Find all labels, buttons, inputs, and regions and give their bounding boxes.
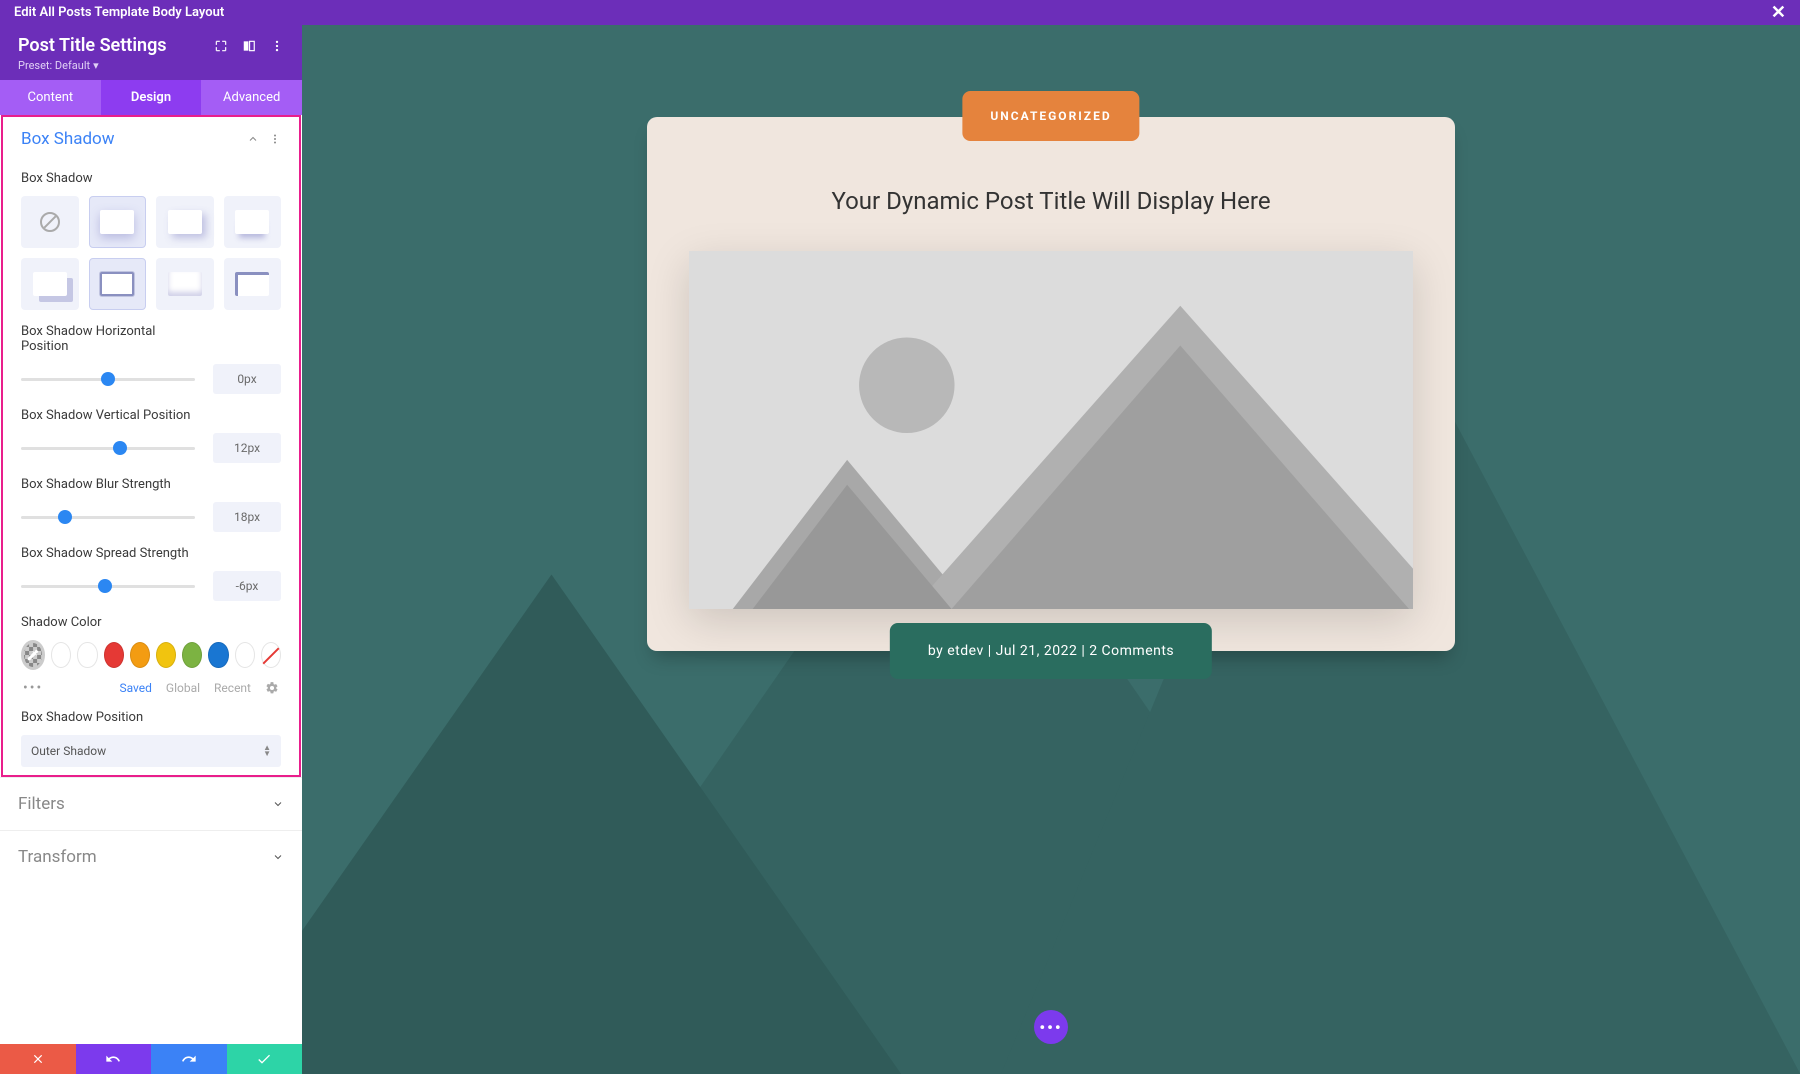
section-filters-header[interactable]: Filters	[0, 778, 302, 830]
redo-button[interactable]	[151, 1044, 227, 1074]
section-more-icon[interactable]	[269, 133, 281, 145]
slider-h-input[interactable]	[213, 364, 281, 394]
slider-blur-track[interactable]	[21, 516, 195, 519]
color-eyedropper[interactable]	[21, 640, 45, 670]
color-tab-global[interactable]: Global	[166, 681, 200, 695]
slider-spread-input[interactable]	[213, 571, 281, 601]
slider-v-track[interactable]	[21, 447, 195, 450]
color-swatch-7[interactable]	[235, 642, 255, 668]
preview-canvas: UNCATEGORIZED Your Dynamic Post Title Wi…	[302, 25, 1800, 1074]
slider-blur-label: Box Shadow Blur Strength	[21, 477, 281, 492]
chevron-down-icon	[272, 851, 284, 863]
app-title: Edit All Posts Template Body Layout	[14, 5, 224, 20]
tab-design[interactable]: Design	[101, 80, 202, 115]
shadow-position-select[interactable]: Outer Shadow ▲▼	[21, 735, 281, 767]
shadow-position-label: Box Shadow Position	[21, 710, 281, 725]
color-swatch-4[interactable]	[156, 642, 176, 668]
chevron-up-icon	[247, 133, 259, 145]
tab-content[interactable]: Content	[0, 80, 101, 115]
color-swatch-1[interactable]	[77, 642, 97, 668]
shadow-preset-4[interactable]	[21, 258, 79, 310]
slider-h-track[interactable]	[21, 378, 195, 381]
tab-advanced[interactable]: Advanced	[201, 80, 302, 115]
gear-icon[interactable]	[265, 681, 279, 695]
color-more-icon[interactable]: •••	[23, 680, 43, 696]
section-box-shadow-header[interactable]: Box Shadow	[3, 117, 299, 157]
shadow-preset-3[interactable]	[224, 196, 282, 248]
color-swatch-none[interactable]	[261, 642, 281, 668]
color-tab-saved[interactable]: Saved	[119, 681, 151, 695]
color-swatch-6[interactable]	[208, 642, 228, 668]
shadow-color-label: Shadow Color	[21, 615, 281, 630]
post-title: Your Dynamic Post Title Will Display Her…	[689, 187, 1413, 215]
slider-v-label: Box Shadow Vertical Position	[21, 408, 281, 423]
slider-spread-track[interactable]	[21, 585, 195, 588]
expand-icon[interactable]	[214, 39, 228, 53]
slider-spread-label: Box Shadow Spread Strength	[21, 546, 281, 561]
shadow-presets-label: Box Shadow	[21, 171, 281, 186]
shadow-preset-5[interactable]	[89, 258, 147, 310]
color-swatch-3[interactable]	[130, 642, 150, 668]
chevron-down-icon	[272, 798, 284, 810]
slider-v-input[interactable]	[213, 433, 281, 463]
fab-more-button[interactable]: •••	[1034, 1010, 1068, 1044]
shadow-preset-6[interactable]	[156, 258, 214, 310]
color-swatch-5[interactable]	[182, 642, 202, 668]
undo-button[interactable]	[76, 1044, 152, 1074]
shadow-preset-7[interactable]	[224, 258, 282, 310]
close-button[interactable]: ✕	[1771, 2, 1786, 23]
cancel-button[interactable]	[0, 1044, 76, 1074]
more-icon[interactable]	[270, 39, 284, 53]
post-card: UNCATEGORIZED Your Dynamic Post Title Wi…	[647, 117, 1455, 651]
shadow-preset-none[interactable]	[21, 196, 79, 248]
section-transform-header[interactable]: Transform	[0, 831, 302, 883]
color-tab-recent[interactable]: Recent	[214, 681, 251, 695]
category-badge: UNCATEGORIZED	[962, 91, 1139, 141]
preset-dropdown[interactable]: Preset: Default ▾	[18, 59, 284, 72]
shadow-preset-1[interactable]	[89, 196, 147, 248]
settings-tabs: Content Design Advanced	[0, 80, 302, 115]
post-meta-badge: by etdev | Jul 21, 2022 | 2 Comments	[890, 623, 1212, 679]
post-featured-image	[689, 251, 1413, 609]
slider-h-label: Box Shadow Horizontal Position	[21, 324, 161, 354]
sidebar-title: Post Title Settings	[18, 35, 167, 56]
save-button[interactable]	[227, 1044, 303, 1074]
section-title: Box Shadow	[21, 129, 115, 149]
color-swatch-0[interactable]	[51, 642, 71, 668]
shadow-preset-2[interactable]	[156, 196, 214, 248]
settings-sidebar: Post Title Settings Preset: Default ▾ Co…	[0, 25, 302, 1074]
columns-icon[interactable]	[242, 39, 256, 53]
color-swatch-2[interactable]	[104, 642, 124, 668]
slider-blur-input[interactable]	[213, 502, 281, 532]
